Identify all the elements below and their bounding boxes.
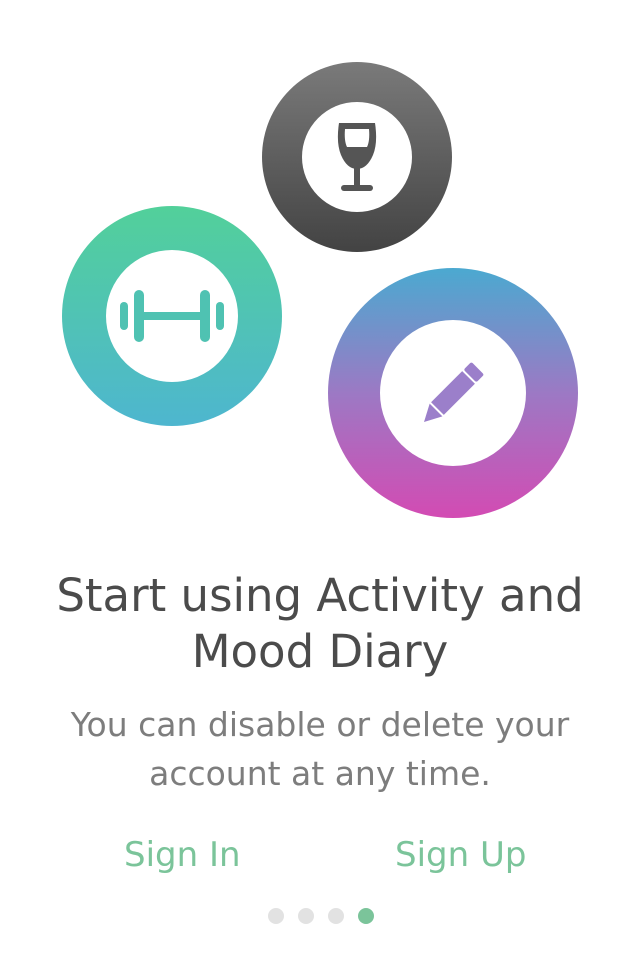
sign-up-button[interactable]: Sign Up [395,832,526,878]
sign-in-button[interactable]: Sign In [124,832,241,878]
diary-icon-badge [380,320,526,466]
wine-glass-icon [337,123,377,191]
page-dot-2[interactable] [298,908,314,924]
page-indicator [268,908,374,924]
page-dot-1[interactable] [268,908,284,924]
title-line-1: Start using Activity and [56,569,584,622]
onboarding-subtitle: You can disable or delete your account a… [0,700,640,798]
fitness-category-circle [62,206,282,426]
dumbbell-icon [120,290,224,342]
pencil-icon [424,362,484,422]
page-dot-3[interactable] [328,908,344,924]
fitness-icon-badge [106,250,238,382]
diary-category-circle [328,268,578,518]
wine-icon-badge [302,102,412,212]
subtitle-line-2: account at any time. [149,754,491,793]
title-line-2: Mood Diary [191,625,449,678]
page-dot-4-active[interactable] [358,908,374,924]
onboarding-title: Start using Activity and Mood Diary [0,568,640,680]
subtitle-line-1: You can disable or delete your [70,705,570,744]
wine-category-circle [262,62,452,252]
